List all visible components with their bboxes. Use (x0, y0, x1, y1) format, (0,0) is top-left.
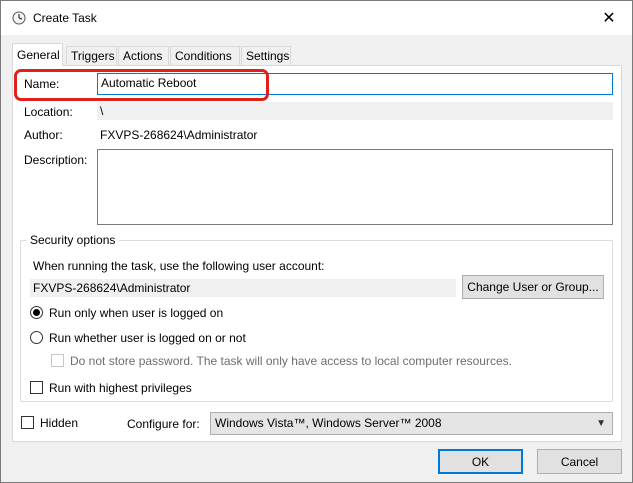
chevron-down-icon: ▼ (596, 418, 606, 429)
account-value: FXVPS-268624\Administrator (30, 279, 456, 297)
name-label: Name: (24, 77, 60, 91)
do-not-store-password-label: Do not store password. The task will onl… (70, 354, 512, 368)
tab-triggers[interactable]: Triggers (66, 46, 117, 65)
tab-conditions[interactable]: Conditions (170, 46, 240, 65)
highest-privileges-checkbox[interactable] (30, 381, 43, 394)
close-icon: ✕ (602, 10, 616, 27)
description-input[interactable] (97, 149, 613, 225)
hidden-label[interactable]: Hidden (40, 416, 78, 430)
do-not-store-password-checkbox[interactable] (51, 354, 64, 367)
configure-for-value: Windows Vista™, Windows Server™ 2008 (215, 416, 442, 430)
task-clock-icon (12, 11, 26, 25)
ok-button[interactable]: OK (438, 449, 523, 474)
radio-whether-logged-on[interactable] (30, 331, 43, 344)
author-value: FXVPS-268624\Administrator (100, 128, 258, 142)
radio-logged-on-label[interactable]: Run only when user is logged on (49, 306, 223, 320)
hidden-checkbox[interactable] (21, 416, 34, 429)
location-label: Location: (24, 105, 73, 119)
tab-settings[interactable]: Settings (241, 46, 291, 65)
window-title: Create Task (33, 11, 97, 25)
cancel-button[interactable]: Cancel (537, 449, 622, 474)
location-value: \ (97, 102, 613, 120)
author-label: Author: (24, 128, 63, 142)
security-options-title: Security options (27, 233, 119, 247)
change-user-button[interactable]: Change User or Group... (462, 275, 604, 299)
tab-general[interactable]: General (12, 43, 63, 66)
close-button[interactable]: ✕ (586, 1, 632, 35)
create-task-dialog: Create Task ✕ General Triggers Actions C… (0, 0, 633, 483)
radio-logged-on[interactable] (30, 306, 43, 319)
configure-for-label: Configure for: (127, 417, 200, 431)
configure-for-select[interactable]: Windows Vista™, Windows Server™ 2008 ▼ (210, 412, 613, 435)
account-prompt: When running the task, use the following… (33, 259, 325, 273)
title-bar: Create Task ✕ (1, 1, 632, 35)
description-label: Description: (24, 153, 88, 167)
radio-whether-logged-on-label[interactable]: Run whether user is logged on or not (49, 331, 246, 345)
tab-actions[interactable]: Actions (118, 46, 169, 65)
highest-privileges-label[interactable]: Run with highest privileges (49, 381, 192, 395)
name-input[interactable]: Automatic Reboot (97, 73, 613, 95)
